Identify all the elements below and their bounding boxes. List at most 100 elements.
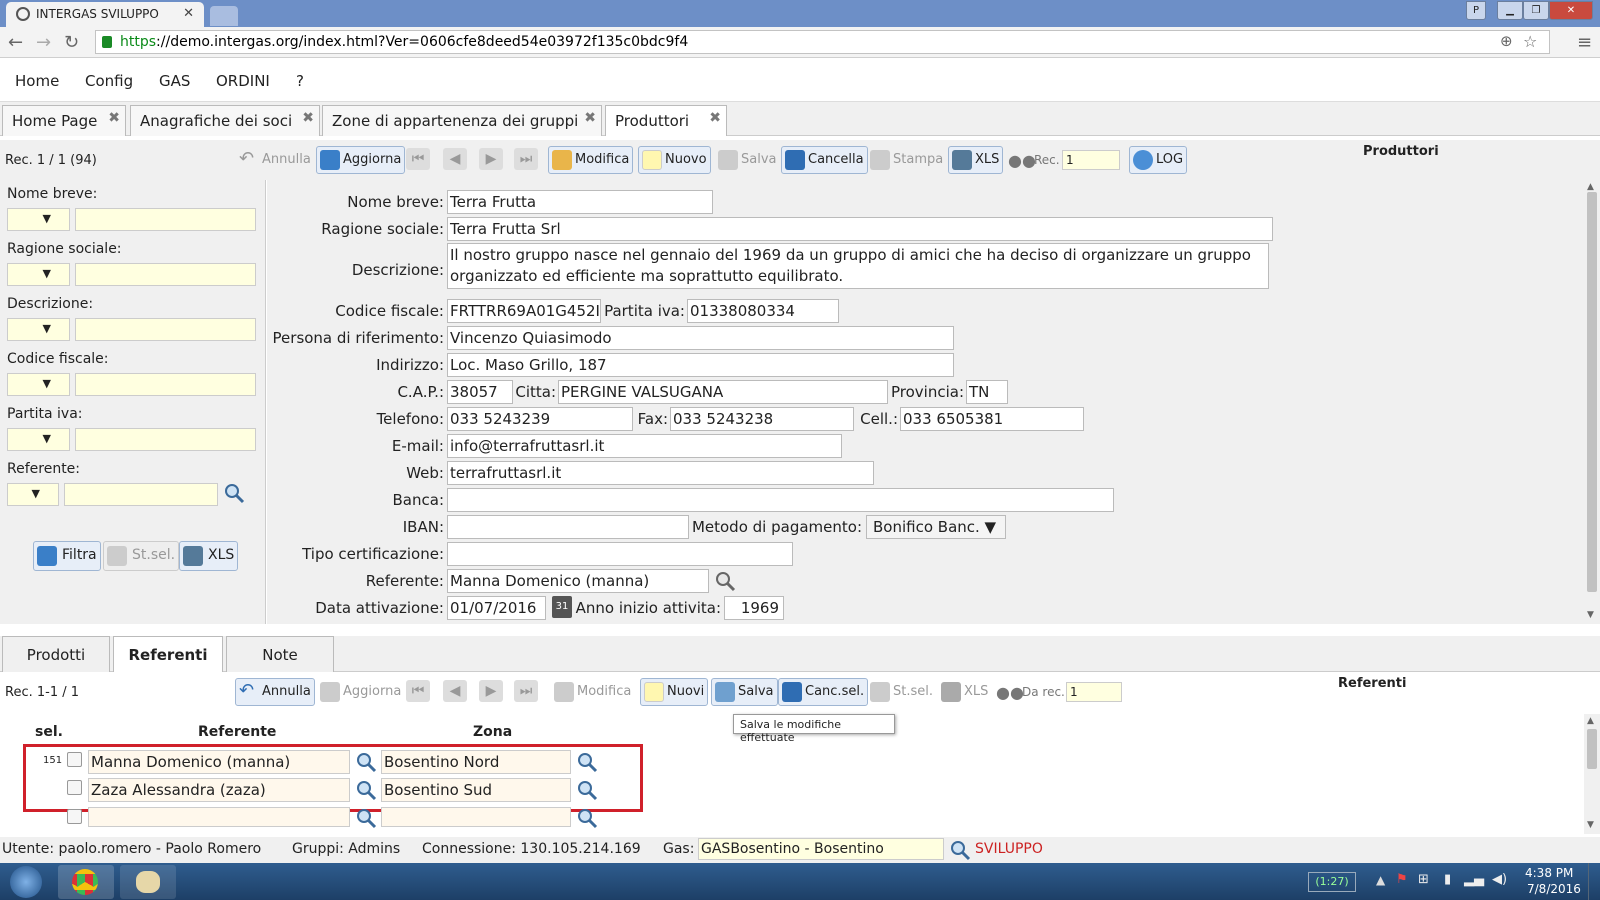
filter-input-descrizione[interactable] (75, 318, 256, 341)
browser-tab[interactable]: INTERGAS SVILUPPO ✕ (6, 2, 204, 27)
st-sel-button[interactable]: St.sel. (866, 678, 937, 706)
prev-record-icon[interactable]: ◀ (443, 680, 467, 702)
menu-config[interactable]: Config (85, 72, 133, 90)
filter-input-partita-iva[interactable] (75, 428, 256, 451)
search-icon[interactable] (949, 839, 971, 861)
scroll-up-icon[interactable]: ▲ (1587, 716, 1594, 726)
volume-icon[interactable]: ◀) (1492, 872, 1507, 887)
row-checkbox[interactable] (67, 809, 82, 824)
filter-input-codice-fiscale[interactable] (75, 373, 256, 396)
salva-button[interactable]: Salva (711, 678, 778, 706)
reload-icon[interactable]: ↻ (64, 32, 79, 53)
tab-prodotti[interactable]: Prodotti (2, 636, 110, 672)
log-button[interactable]: LOG (1129, 146, 1188, 174)
next-record-icon[interactable]: ▶ (479, 148, 503, 170)
nuovi-button[interactable]: Nuovi (640, 678, 709, 706)
power-icon[interactable]: ▮ (1444, 872, 1451, 887)
last-record-icon[interactable]: ⏭ (514, 148, 538, 170)
search-icon[interactable] (576, 807, 598, 829)
search-icon[interactable] (576, 751, 598, 773)
tab-home-page[interactable]: Home Page ✖ (2, 105, 126, 136)
last-record-icon[interactable]: ⏭ (514, 680, 538, 702)
scroll-down-icon[interactable]: ▼ (1587, 820, 1594, 830)
menu-help[interactable]: ? (296, 72, 304, 90)
salva-button[interactable]: Salva (714, 146, 781, 174)
battery-indicator[interactable]: (1:27) (1308, 872, 1356, 892)
search-icon[interactable] (355, 751, 377, 773)
zona-cell[interactable]: Bosentino Sud (381, 778, 571, 802)
filter-op-nome-breve[interactable]: ▼ (7, 208, 70, 231)
restore-icon[interactable]: ❐ (1523, 1, 1549, 20)
menu-home[interactable]: Home (15, 72, 59, 90)
search-icon[interactable] (355, 807, 377, 829)
form-scrollbar[interactable]: ▲ ▼ (1584, 180, 1600, 624)
scroll-thumb[interactable] (1587, 192, 1597, 592)
search-icon[interactable] (714, 570, 736, 592)
zoom-icon[interactable]: ⊕ (1500, 32, 1513, 50)
filter-op-ragione-sociale[interactable]: ▼ (7, 263, 70, 286)
clock-time[interactable]: 4:38 PM (1525, 866, 1573, 880)
search-icon[interactable] (576, 779, 598, 801)
back-icon[interactable]: ← (8, 32, 23, 53)
row-checkbox[interactable] (67, 780, 82, 795)
signal-icon[interactable]: ▂▄ (1464, 872, 1484, 887)
annulla-button[interactable]: ↶ Annulla (235, 146, 315, 174)
menu-ordini[interactable]: ORDINI (216, 72, 270, 90)
star-icon[interactable]: ☆ (1523, 32, 1537, 51)
stampa-button[interactable]: Stampa (866, 146, 947, 174)
close-icon[interactable]: ✖ (108, 110, 120, 126)
modifica-button[interactable]: Modifica (550, 678, 635, 706)
filter-op-codice-fiscale[interactable]: ▼ (7, 373, 70, 396)
new-tab-button[interactable] (210, 6, 238, 26)
canc-sel-button[interactable]: Canc.sel. (778, 678, 869, 706)
start-button[interactable] (10, 866, 42, 898)
tab-note[interactable]: Note (226, 636, 334, 672)
st-sel-button[interactable]: St.sel. (103, 541, 180, 571)
show-desktop-button[interactable] (1588, 863, 1600, 900)
grid-scrollbar[interactable]: ▲ ▼ (1584, 714, 1600, 834)
window-close-icon[interactable]: ✕ (1549, 1, 1593, 20)
chrome-taskbar-button[interactable] (58, 865, 114, 899)
modifica-button[interactable]: Modifica (548, 146, 634, 174)
paint-taskbar-button[interactable] (120, 865, 176, 899)
rec-goto-input[interactable]: 1 (1062, 150, 1120, 170)
filter-op-partita-iva[interactable]: ▼ (7, 428, 70, 451)
clock-date[interactable]: 7/8/2016 (1527, 882, 1581, 896)
filter-op-referente[interactable]: ▼ (7, 483, 59, 506)
scroll-up-icon[interactable]: ▲ (1587, 182, 1594, 192)
filter-op-descrizione[interactable]: ▼ (7, 318, 70, 341)
da-rec-input[interactable]: 1 (1066, 682, 1122, 702)
tab-produttori[interactable]: Produttori ✖ (605, 105, 727, 136)
filter-input-ragione-sociale[interactable] (75, 263, 256, 286)
filtra-button[interactable]: Filtra (33, 541, 101, 571)
gas-field[interactable]: GASBosentino - Bosentino (698, 838, 944, 860)
xls-button[interactable]: XLS (948, 146, 1004, 174)
forward-icon[interactable]: → (36, 32, 51, 53)
first-record-icon[interactable]: ⏮ (406, 680, 430, 702)
next-record-icon[interactable]: ▶ (479, 680, 503, 702)
filter-input-referente[interactable] (64, 483, 218, 506)
nuovo-button[interactable]: Nuovo (638, 146, 711, 174)
search-icon[interactable] (223, 482, 245, 504)
flag-icon[interactable]: ⚑ (1396, 872, 1408, 887)
url-field[interactable]: https://demo.intergas.org/index.html?Ver… (95, 30, 1550, 54)
close-tab-icon[interactable]: ✕ (183, 6, 194, 21)
zona-cell[interactable]: Bosentino Nord (381, 750, 571, 774)
calendar-icon[interactable]: 31 (552, 596, 572, 618)
filter-input-nome-breve[interactable] (75, 208, 256, 231)
user-profile-icon[interactable]: P (1466, 1, 1486, 20)
tab-anagrafiche[interactable]: Anagrafiche dei soci ✖ (130, 105, 320, 136)
zona-cell[interactable] (381, 807, 571, 827)
referente-cell[interactable] (88, 807, 350, 827)
scroll-thumb[interactable] (1587, 729, 1597, 769)
tab-referenti[interactable]: Referenti (113, 636, 223, 672)
cancella-button[interactable]: Cancella (781, 146, 868, 174)
tray-expand-icon[interactable]: ▲ (1376, 873, 1385, 887)
menu-gas[interactable]: GAS (159, 72, 190, 90)
close-icon[interactable]: ✖ (302, 110, 314, 126)
xls-button[interactable]: XLS (937, 678, 992, 706)
first-record-icon[interactable]: ⏮ (406, 148, 430, 170)
prev-record-icon[interactable]: ◀ (443, 148, 467, 170)
close-icon[interactable]: ✖ (709, 110, 721, 126)
aggiorna-button[interactable]: Aggiorna (316, 146, 406, 174)
